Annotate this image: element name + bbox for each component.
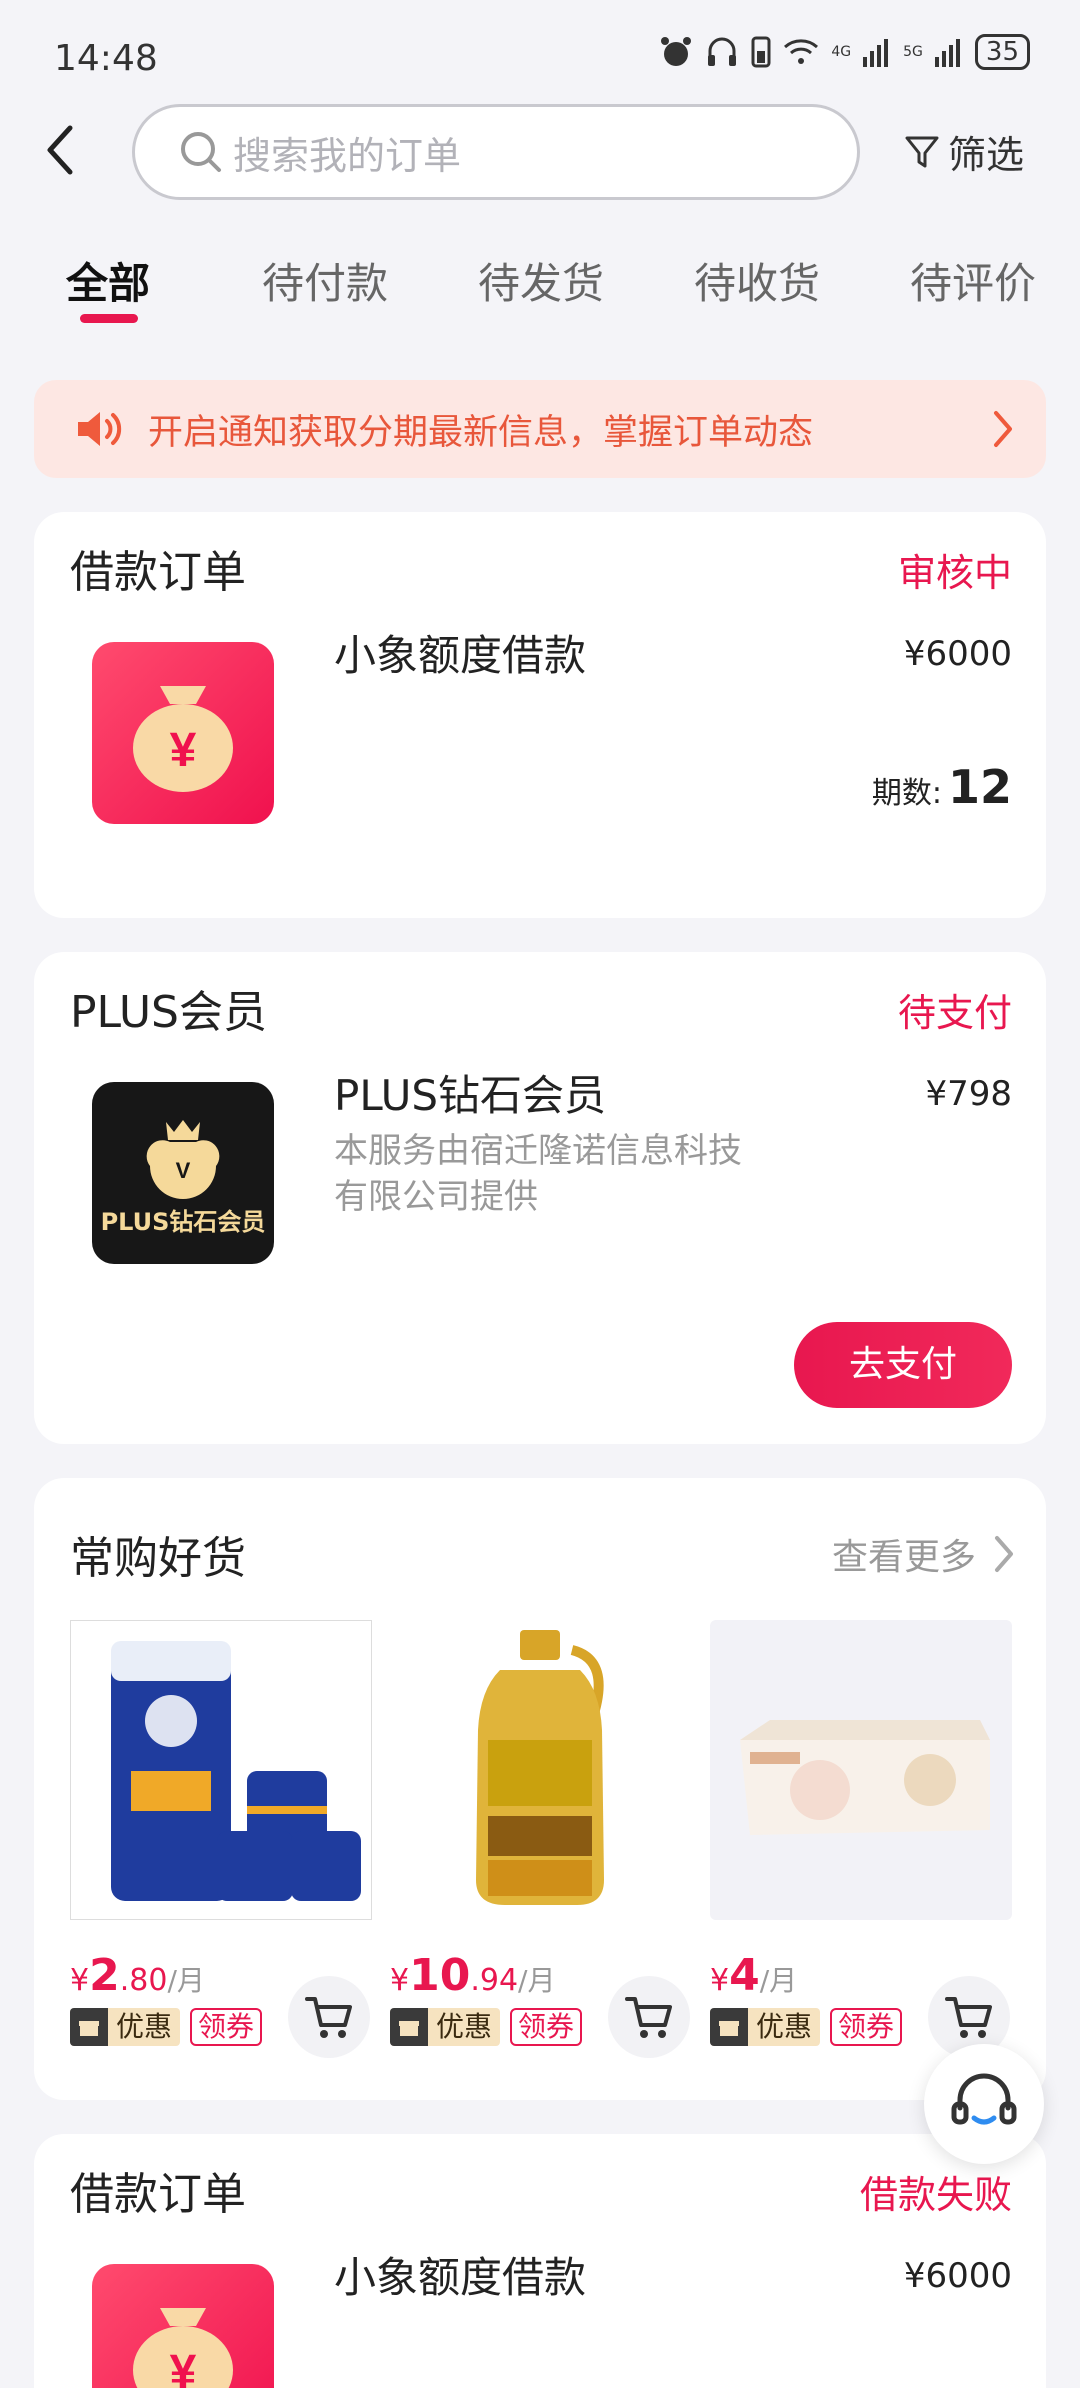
back-icon[interactable]	[40, 120, 80, 180]
frequently-bought-section: 常购好货 查看更多 ¥2.80/月 优惠 领券 ¥10.94/月 优惠 领券 ¥…	[34, 1478, 1046, 2100]
notification-text: 开启通知获取分期最新信息，掌握订单动态	[148, 412, 814, 453]
goods-price: ¥2.80/月	[70, 1950, 205, 2001]
add-to-cart-button[interactable]	[608, 1976, 690, 2058]
currency: ¥	[70, 1963, 90, 1998]
order-status: 借款失败	[859, 2173, 1012, 2217]
goods-tags: 优惠 领券	[710, 2008, 903, 2046]
svg-text:¥: ¥	[170, 2346, 197, 2388]
discount-tag: 优惠	[710, 2008, 821, 2046]
coupon-tag[interactable]: 领券	[830, 2008, 903, 2046]
cart-icon	[305, 1997, 352, 2038]
cart-icon	[625, 1997, 672, 2038]
currency: ¥	[710, 1963, 730, 1998]
svg-text:¥: ¥	[170, 724, 197, 777]
coupon-tag[interactable]: 领券	[510, 2008, 583, 2046]
network-label-5g: 5G	[903, 44, 923, 60]
plus-member-icon: V PLUS钻石会员	[92, 1082, 274, 1264]
discount-tag: 优惠	[70, 2008, 181, 2046]
view-more-link[interactable]: 查看更多	[832, 1528, 1016, 1580]
tab-pending-receipt[interactable]: 待收货	[694, 250, 820, 311]
speaker-icon	[78, 412, 122, 446]
headphones-icon	[708, 37, 737, 66]
search-icon	[181, 132, 221, 172]
product-name: 小象额度借款	[334, 2253, 587, 2302]
status-time: 14:48	[54, 38, 158, 79]
price-unit: /月	[518, 1964, 556, 1997]
price-integer: 10	[409, 1950, 471, 2001]
add-to-cart-button[interactable]	[288, 1976, 370, 2058]
goods-price: ¥4/月	[710, 1950, 797, 2001]
order-card-loan[interactable]: 借款订单 审核中 ¥ 小象额度借款 ¥6000 期数: 12	[34, 512, 1046, 918]
phone-battery-icon	[751, 36, 771, 68]
gift-icon	[79, 2021, 99, 2036]
coupon-tag[interactable]: 领券	[190, 2008, 263, 2046]
alarm-icon	[661, 37, 692, 66]
svg-text:V: V	[176, 1158, 191, 1183]
filter-button[interactable]: 筛选	[904, 124, 1024, 179]
money-bag-icon: ¥	[92, 2264, 274, 2388]
product-image-toilet-paper[interactable]	[70, 1620, 372, 1920]
order-price: ¥6000	[903, 634, 1012, 674]
price-decimal: .94	[470, 1963, 519, 1998]
product-image-cooking-oil[interactable]	[390, 1620, 692, 1920]
price-integer: 4	[729, 1950, 760, 2001]
discount-tag: 优惠	[390, 2008, 501, 2046]
section-title: 常购好货	[70, 1533, 246, 1584]
battery-indicator: 35	[974, 34, 1030, 70]
network-label-4g: 4G	[831, 44, 852, 60]
pay-button[interactable]: 去支付	[794, 1322, 1012, 1408]
tab-all[interactable]: 全部	[66, 250, 150, 311]
price-integer: 2	[89, 1950, 120, 2001]
search-input[interactable]: 搜索我的订单	[132, 104, 860, 200]
price-unit: /月	[167, 1964, 205, 1997]
order-title: 借款订单	[70, 547, 246, 598]
signal-icon	[863, 39, 889, 67]
gift-icon	[719, 2021, 739, 2036]
order-status: 待支付	[897, 991, 1012, 1035]
chevron-right-icon	[994, 411, 1012, 447]
signal-icon-2	[934, 39, 960, 67]
search-placeholder: 搜索我的订单	[233, 133, 462, 178]
product-name: 小象额度借款	[334, 631, 587, 680]
order-price: ¥798	[925, 1074, 1012, 1114]
view-more-label: 查看更多	[831, 1537, 976, 1578]
customer-service-button[interactable]	[924, 2044, 1044, 2164]
tab-pending-review[interactable]: 待评价	[910, 250, 1036, 311]
price-decimal: .80	[119, 1963, 168, 1998]
filter-icon	[905, 136, 939, 167]
currency: ¥	[390, 1963, 410, 1998]
cart-icon	[945, 1997, 992, 2038]
order-price: ¥6000	[903, 2256, 1012, 2296]
tab-active-indicator	[80, 314, 138, 323]
tab-pending-shipment[interactable]: 待发货	[478, 250, 604, 311]
order-status: 审核中	[897, 551, 1012, 595]
goods-tags: 优惠 领券	[390, 2008, 583, 2046]
goods-price: ¥10.94/月	[390, 1950, 555, 2001]
filter-label: 筛选	[948, 133, 1025, 177]
wifi-icon	[784, 39, 819, 64]
money-bag-icon: ¥	[92, 642, 274, 824]
order-card-loan-failed[interactable]: 借款订单 借款失败 ¥ 小象额度借款 ¥6000	[34, 2134, 1046, 2388]
product-name: PLUS钻石会员	[334, 1071, 607, 1120]
terms-label: 期数:	[871, 776, 942, 811]
notification-banner[interactable]: 开启通知获取分期最新信息，掌握订单动态	[34, 380, 1046, 478]
status-icons: 4G 5G 35	[659, 34, 1030, 70]
price-unit: /月	[759, 1964, 798, 1997]
gift-icon	[399, 2021, 419, 2036]
plus-icon-label: PLUS钻石会员	[100, 1208, 266, 1236]
goods-tags: 优惠 领券	[70, 2008, 263, 2046]
headset-icon	[951, 2073, 1017, 2125]
installment-terms: 期数: 12	[872, 760, 1012, 814]
order-title: PLUS会员	[70, 987, 267, 1038]
order-card-plus[interactable]: PLUS会员 待支付 V PLUS钻石会员 PLUS钻石会员 ¥798 本服务由…	[34, 952, 1046, 1444]
tab-pending-payment[interactable]: 待付款	[262, 250, 388, 311]
service-provider-text: 本服务由宿迁隆诺信息科技有限公司提供	[334, 1131, 742, 1217]
order-title: 借款订单	[70, 2169, 246, 2220]
terms-value: 12	[947, 760, 1012, 814]
chevron-right-icon	[995, 1536, 1013, 1572]
product-image-tissues[interactable]	[710, 1620, 1012, 1920]
